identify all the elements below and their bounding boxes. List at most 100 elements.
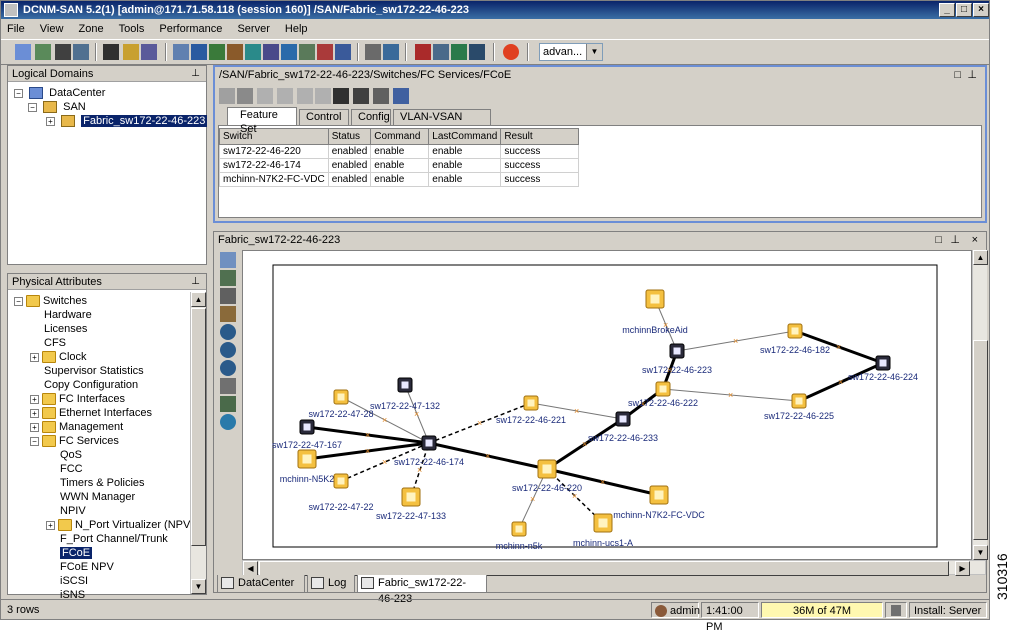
fc-routing-icon[interactable] [317, 44, 333, 60]
tree-item-switches[interactable]: − Switches [14, 294, 87, 308]
help-icon[interactable] [503, 44, 519, 60]
menu-help[interactable]: Help [279, 20, 314, 38]
open-icon[interactable] [15, 44, 31, 60]
collapse-icon[interactable]: − [30, 436, 39, 446]
device-icon[interactable] [103, 44, 119, 60]
lock-icon[interactable] [123, 44, 139, 60]
copy-icon[interactable] [257, 88, 273, 104]
tab-config[interactable]: Config [351, 109, 391, 125]
tree-item-wwn-manager[interactable]: WWN Manager [60, 490, 135, 504]
tab-datacenter[interactable]: DataCenter [217, 575, 305, 593]
group-icon[interactable] [220, 288, 236, 304]
expand-icon[interactable]: + [30, 422, 39, 432]
expand-icon[interactable]: + [30, 408, 39, 418]
print-icon[interactable] [373, 88, 389, 104]
scroll-left-icon[interactable]: ◀ [243, 561, 258, 576]
column-result[interactable]: Result [500, 128, 580, 145]
pin-icon[interactable]: ⊥ [191, 66, 200, 82]
collapse-icon[interactable]: − [14, 88, 23, 98]
expand-icon[interactable]: + [30, 394, 39, 404]
discover-icon[interactable] [35, 44, 51, 60]
overview-icon[interactable] [220, 378, 236, 394]
scroll-down-icon[interactable]: ▼ [973, 545, 988, 560]
export-icon[interactable] [393, 88, 409, 104]
column-switch[interactable]: Switch [219, 128, 329, 145]
tree-item-f-port-channel[interactable]: F_Port Channel/Trunk [60, 532, 168, 546]
pin-icon[interactable]: ⊥ [967, 67, 977, 83]
tree-item-copy-configuration[interactable]: Copy Configuration [44, 378, 138, 392]
tree-item-qos[interactable]: QoS [60, 448, 82, 462]
tools-icon[interactable] [365, 44, 381, 60]
tree-item-hardware[interactable]: Hardware [44, 308, 92, 322]
iscsi-icon[interactable] [245, 44, 261, 60]
tree-item-san[interactable]: − SAN [28, 100, 86, 114]
save-layout-icon[interactable] [220, 306, 236, 322]
menu-performance[interactable]: Performance [153, 20, 228, 38]
tree-item-datacenter[interactable]: − DataCenter [14, 86, 105, 100]
garbage-collect-button[interactable] [885, 602, 907, 618]
filter-icon[interactable] [315, 88, 331, 104]
monitor-icon[interactable] [469, 44, 485, 60]
search-icon[interactable] [383, 44, 399, 60]
refresh-icon[interactable] [237, 88, 253, 104]
tree-item-fabric[interactable]: + Fabric_sw172-22-46-223 [46, 114, 208, 128]
fabric-binding-icon[interactable] [299, 44, 315, 60]
tree-item-ethernet-interfaces[interactable]: + Ethernet Interfaces [30, 406, 152, 420]
tree-item-supervisor-statistics[interactable]: Supervisor Statistics [44, 364, 144, 378]
tab-log[interactable]: Log [307, 575, 355, 593]
title-bar[interactable]: DCNM-SAN 5.2(1) [admin@171.71.58.118 (se… [1, 1, 989, 19]
layout-icon[interactable] [220, 252, 236, 268]
zone-icon[interactable] [173, 44, 189, 60]
collapse-icon[interactable]: − [28, 102, 37, 112]
refresh-icon[interactable] [220, 414, 236, 430]
close-button[interactable]: × [973, 3, 989, 17]
tree-item-npv[interactable]: + N_Port Virtualizer (NPV) [46, 518, 194, 532]
tree-item-timers-policies[interactable]: Timers & Policies [60, 476, 145, 490]
expand-icon[interactable]: + [46, 520, 55, 530]
select-area-icon[interactable] [220, 396, 236, 412]
pin-icon[interactable]: ⊥ [950, 232, 960, 248]
tree-item-npiv[interactable]: NPIV [60, 504, 86, 518]
advanced-select[interactable]: advan... ▼ [539, 43, 603, 61]
scroll-thumb[interactable] [259, 561, 949, 576]
menu-server[interactable]: Server [231, 20, 275, 38]
fcip-icon[interactable] [227, 44, 243, 60]
collapse-icon[interactable]: − [14, 296, 23, 306]
scroll-right-icon[interactable]: ▶ [955, 561, 970, 576]
expand-icon[interactable]: + [46, 116, 55, 126]
scroll-up-icon[interactable]: ▲ [973, 250, 988, 265]
dpvm-icon[interactable] [263, 44, 279, 60]
maximize-icon[interactable]: □ [954, 67, 961, 83]
ivr-icon[interactable] [209, 44, 225, 60]
tree-item-fcoe[interactable]: FCoE [60, 546, 93, 560]
report-icon[interactable] [451, 44, 467, 60]
map-vertical-scrollbar[interactable]: ▲ ▼ [972, 250, 988, 560]
tree-item-fcoe-npv[interactable]: FCoE NPV [60, 560, 114, 574]
tree-item-licenses[interactable]: Licenses [44, 322, 87, 336]
menu-file[interactable]: File [1, 20, 31, 38]
column-last-command[interactable]: LastCommand [428, 128, 502, 145]
menu-zone[interactable]: Zone [73, 20, 110, 38]
menu-tools[interactable]: Tools [113, 20, 151, 38]
chevron-down-icon[interactable]: ▼ [586, 44, 602, 60]
tree-item-management[interactable]: + Management [30, 420, 123, 434]
tree-item-fcc[interactable]: FCC [60, 462, 83, 476]
minimize-button[interactable]: _ [939, 3, 955, 17]
column-status[interactable]: Status [327, 128, 372, 145]
tree-item-clock[interactable]: + Clock [30, 350, 87, 364]
port-security-icon[interactable] [281, 44, 297, 60]
scroll-up-icon[interactable]: ▲ [191, 292, 206, 307]
binoculars-icon[interactable] [55, 44, 71, 60]
pin-icon[interactable]: ⊥ [191, 274, 200, 290]
tab-feature-set[interactable]: Feature Set [227, 107, 297, 135]
fabric-topology-canvas[interactable]: × × × × × × × × × × × × × × × × × × × × mchinnBrokeAid sw172… [242, 250, 972, 560]
zoom-fit-icon[interactable] [220, 360, 236, 376]
users-icon[interactable] [141, 44, 157, 60]
tab-vlan-vsan-mapping[interactable]: VLAN-VSAN Mapping [393, 109, 491, 137]
apply-icon[interactable] [219, 88, 235, 104]
column-command[interactable]: Command [370, 128, 430, 145]
flow-icon[interactable] [415, 44, 431, 60]
tree-item-iscsi[interactable]: iSCSI [60, 574, 88, 588]
tab-control[interactable]: Control [299, 109, 349, 125]
zoom-in-icon[interactable] [220, 324, 236, 340]
